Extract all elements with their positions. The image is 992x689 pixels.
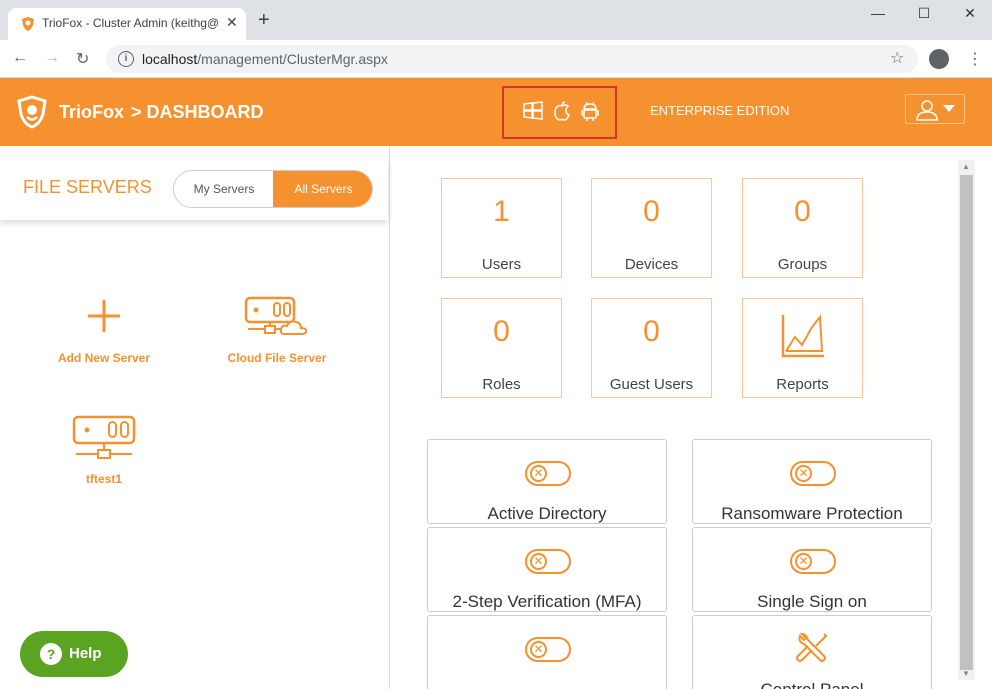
cloud-server-icon — [244, 296, 308, 335]
forward-icon[interactable]: → — [44, 49, 60, 67]
cloud-file-server-label: Cloud File Server — [227, 351, 327, 365]
groups-count: 0 — [794, 195, 811, 228]
platform-icons-group — [502, 86, 617, 139]
edition-label: ENTERPRISE EDITION — [650, 103, 790, 118]
scroll-down-icon[interactable]: ▼ — [962, 669, 970, 678]
add-new-server-tile[interactable]: Add New Server — [44, 296, 164, 366]
android-icon[interactable] — [579, 100, 601, 122]
bookmark-star-icon[interactable]: ☆ — [890, 48, 904, 68]
breadcrumb: > DASHBOARD — [131, 102, 264, 122]
caret-down-icon — [943, 105, 955, 112]
control-panel-label: Control Panel — [693, 680, 931, 689]
tab-title: TrioFox - Cluster Admin (keithg@ — [42, 16, 220, 30]
file-servers-header: FILE SERVERS My Servers All Servers — [0, 156, 388, 220]
cloud-file-server-tile[interactable]: Cloud File Server — [217, 296, 337, 366]
guest-users-label: Guest Users — [609, 376, 694, 393]
tab-close-icon[interactable]: ✕ — [226, 14, 238, 31]
brand-name[interactable]: TrioFox — [59, 102, 124, 123]
single-sign-on-card[interactable]: ✕ Single Sign on — [692, 527, 932, 612]
triofox-logo-icon[interactable] — [16, 95, 48, 129]
devices-count: 0 — [643, 195, 660, 228]
toggle-off-icon[interactable]: ✕ — [525, 549, 571, 574]
windows-icon[interactable] — [522, 100, 544, 122]
dashboard-panel: 1 Users 0 Devices 0 Groups 0 Roles 0 Gue… — [390, 146, 992, 689]
app-header: TrioFox > DASHBOARD ENTERPRISE EDITION — [0, 78, 992, 146]
feature-card[interactable]: ✕ — [427, 615, 667, 689]
address-bar[interactable]: i localhost/management/ClusterMgr.aspx ☆ — [106, 45, 918, 73]
devices-label: Devices — [624, 256, 679, 273]
single-sign-on-label: Single Sign on — [757, 592, 867, 611]
toggle-off-icon[interactable]: ✕ — [525, 637, 571, 662]
toggle-off-icon[interactable]: ✕ — [790, 461, 836, 486]
groups-stat-card[interactable]: 0 Groups — [742, 178, 863, 278]
browser-tab-bar: TrioFox - Cluster Admin (keithg@ ✕ + — ☐… — [0, 0, 992, 40]
toggle-off-icon[interactable]: ✕ — [525, 461, 571, 486]
groups-label: Groups — [777, 256, 828, 273]
active-directory-label: Active Directory — [487, 504, 607, 523]
toggle-off-icon[interactable]: ✕ — [790, 549, 836, 574]
browser-tab[interactable]: TrioFox - Cluster Admin (keithg@ ✕ — [8, 8, 246, 40]
file-servers-title: FILE SERVERS — [23, 177, 152, 197]
url-text[interactable]: localhost/management/ClusterMgr.aspx — [142, 51, 388, 67]
url-host: localhost — [142, 51, 198, 67]
back-icon[interactable]: ← — [12, 49, 28, 67]
browser-menu-icon[interactable]: ⋮ — [967, 49, 983, 69]
server-filter-toggle: My Servers All Servers — [173, 170, 373, 208]
reports-label: Reports — [776, 376, 829, 393]
reports-card[interactable]: Reports — [742, 298, 863, 398]
roles-stat-card[interactable]: 0 Roles — [441, 298, 562, 398]
reload-icon[interactable]: ↻ — [76, 49, 89, 69]
add-new-server-label: Add New Server — [57, 351, 151, 365]
server-tile-tftest1[interactable]: tftest1 — [44, 414, 164, 486]
new-tab-icon[interactable]: + — [258, 10, 270, 30]
my-servers-tab[interactable]: My Servers — [174, 171, 274, 207]
all-servers-tab[interactable]: All Servers — [273, 171, 372, 207]
server-name-label: tftest1 — [85, 472, 122, 486]
ransomware-protection-card[interactable]: ✕ Ransomware Protection — [692, 439, 932, 524]
users-label: Users — [481, 256, 522, 273]
help-question-icon: ? — [40, 643, 62, 665]
window-close-icon[interactable]: ✕ — [955, 5, 985, 25]
mfa-card[interactable]: ✕ 2-Step Verification (MFA) — [427, 527, 667, 612]
apple-icon[interactable] — [551, 100, 573, 122]
control-panel-card[interactable]: Control Panel — [692, 615, 932, 689]
help-button[interactable]: ? Help — [20, 631, 128, 677]
scrollbar-thumb[interactable] — [960, 175, 973, 670]
tools-icon — [796, 632, 828, 662]
users-count: 1 — [493, 195, 510, 228]
triofox-favicon-icon — [22, 17, 34, 31]
maximize-icon[interactable]: ☐ — [909, 5, 939, 25]
plus-icon — [88, 300, 120, 332]
user-icon — [916, 100, 938, 121]
mfa-label: 2-Step Verification (MFA) — [452, 592, 642, 611]
profile-avatar-icon[interactable] — [929, 49, 949, 69]
user-menu-button[interactable] — [905, 94, 965, 124]
server-icon — [72, 415, 136, 459]
roles-count: 0 — [493, 315, 510, 348]
scroll-up-icon[interactable]: ▲ — [962, 162, 970, 171]
minimize-icon[interactable]: — — [863, 5, 893, 25]
chart-icon — [781, 314, 824, 358]
ransomware-protection-label: Ransomware Protection — [721, 504, 903, 523]
site-info-icon[interactable]: i — [118, 51, 134, 67]
guest-users-stat-card[interactable]: 0 Guest Users — [591, 298, 712, 398]
users-stat-card[interactable]: 1 Users — [441, 178, 562, 278]
url-path: /management/ClusterMgr.aspx — [197, 51, 388, 67]
active-directory-card[interactable]: ✕ Active Directory — [427, 439, 667, 524]
roles-label: Roles — [482, 376, 521, 393]
file-servers-panel: FILE SERVERS My Servers All Servers Add … — [0, 146, 390, 689]
guest-users-count: 0 — [643, 315, 660, 348]
devices-stat-card[interactable]: 0 Devices — [591, 178, 712, 278]
help-label: Help — [69, 645, 102, 662]
